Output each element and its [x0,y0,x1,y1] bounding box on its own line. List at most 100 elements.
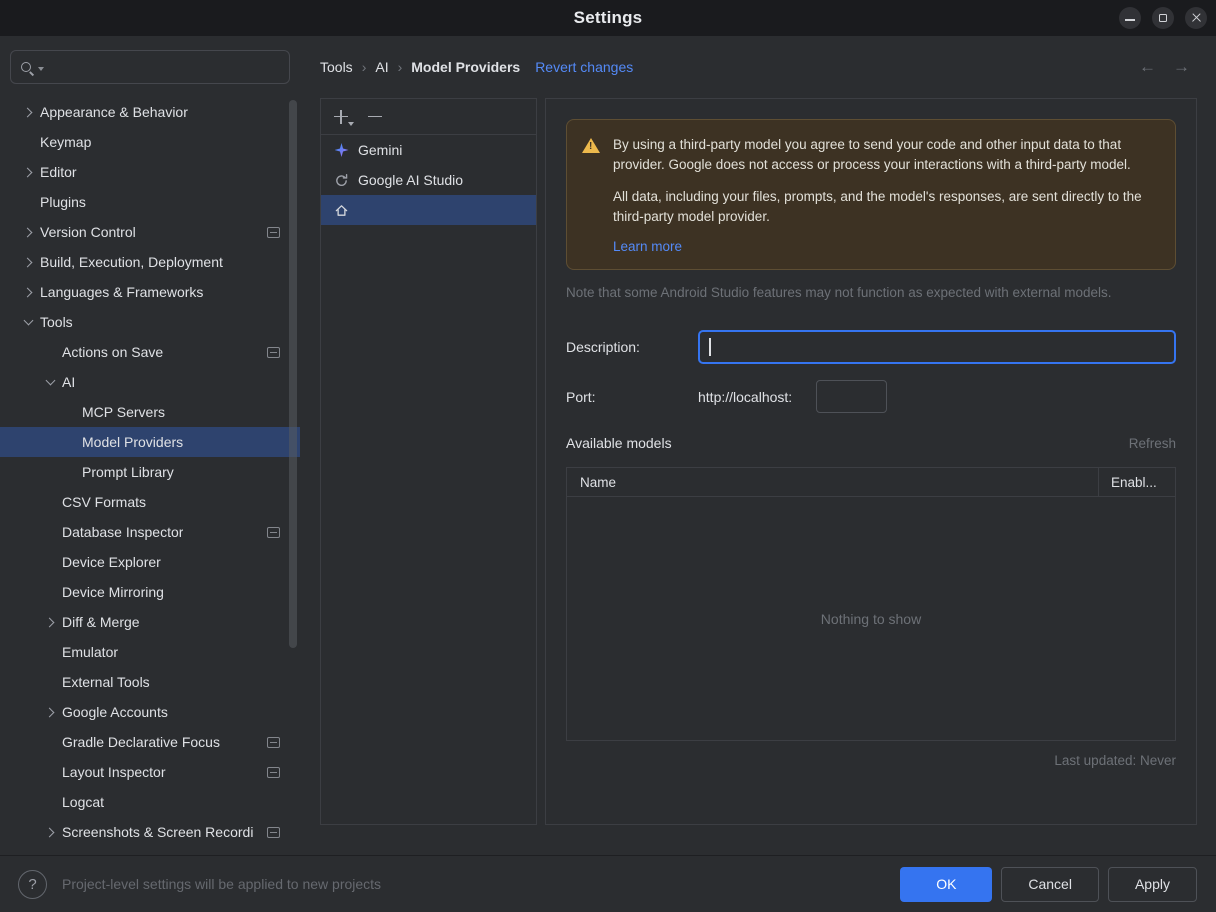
project-settings-icon [267,736,280,748]
external-models-note: Note that some Android Studio features m… [566,285,1112,300]
home-icon [334,203,349,218]
sidebar-item-gradle-declarative-focus[interactable]: Gradle Declarative Focus [0,727,300,757]
column-header-enabl[interactable]: Enabl... [1098,468,1175,496]
provider-item-gemini[interactable]: Gemini [321,135,536,165]
sidebar-item-label: Prompt Library [82,464,174,480]
sidebar-item-label: Plugins [40,194,86,210]
sidebar-item-label: Tools [40,314,73,330]
sidebar-item-mcp-servers[interactable]: MCP Servers [0,397,300,427]
help-button[interactable]: ? [18,869,47,899]
port-input-field[interactable] [817,381,887,412]
providers-list: Gemini Google AI Studio [321,135,536,225]
remove-provider-button[interactable] [368,115,382,118]
breadcrumb-item-ai[interactable]: AI [375,59,388,75]
forward-arrow-icon[interactable]: → [1173,57,1190,77]
sidebar-item-tools[interactable]: Tools [0,307,300,337]
sidebar-item-editor[interactable]: Editor [0,157,300,187]
breadcrumb-separator: › [361,59,367,75]
sidebar-item-version-control[interactable]: Version Control [0,217,300,247]
description-input-field[interactable] [700,332,1174,362]
sidebar-item-device-mirroring[interactable]: Device Mirroring [0,577,300,607]
chevron-right-icon[interactable] [42,614,58,630]
warning-text: By using a third-party model you agree t… [613,135,1159,256]
maximize-icon [1159,14,1167,22]
breadcrumb-separator: › [397,59,403,75]
project-settings-icon [267,346,280,358]
provider-item-label: Gemini [358,142,403,158]
sidebar-item-google-accounts[interactable]: Google Accounts [0,697,300,727]
chevron-right-icon[interactable] [20,104,36,120]
provider-item-home[interactable] [321,195,536,225]
search-input[interactable] [10,50,290,84]
models-table: Name Enabl... Nothing to show [566,467,1176,741]
sidebar-item-build-execution-deployment[interactable]: Build, Execution, Deployment [0,247,300,277]
chevron-down-icon[interactable] [20,314,36,330]
apply-button[interactable]: Apply [1107,866,1197,902]
sidebar-item-label: Build, Execution, Deployment [40,254,223,270]
search-icon [20,60,35,75]
learn-more-link[interactable]: Learn more [613,239,682,254]
sidebar-item-external-tools[interactable]: External Tools [0,667,300,697]
maximize-button[interactable] [1152,7,1174,29]
sidebar-item-languages-frameworks[interactable]: Languages & Frameworks [0,277,300,307]
warning-paragraph-2: All data, including your files, prompts,… [613,189,1142,224]
description-row: Description: [566,330,1176,364]
port-input[interactable] [816,380,888,413]
ok-button[interactable]: OK [900,866,993,902]
gemini-icon [334,143,349,157]
sidebar-item-label: External Tools [62,674,150,690]
sidebar-item-logcat[interactable]: Logcat [0,787,300,817]
sidebar-item-label: MCP Servers [82,404,165,420]
sidebar-item-label: Actions on Save [62,344,164,360]
breadcrumb-item-tools[interactable]: Tools [320,59,353,75]
breadcrumb-item-model-providers[interactable]: Model Providers [411,59,520,75]
sidebar-item-database-inspector[interactable]: Database Inspector [0,517,300,547]
sidebar-item-label: Layout Inspector [62,764,166,780]
chevron-right-icon[interactable] [20,254,36,270]
sidebar-item-model-providers[interactable]: Model Providers [0,427,300,457]
sidebar-item-actions-on-save[interactable]: Actions on Save [0,337,300,367]
chevron-right-icon[interactable] [20,224,36,240]
history-nav: ← → [1139,57,1190,77]
sidebar-item-prompt-library[interactable]: Prompt Library [0,457,300,487]
sidebar-item-device-explorer[interactable]: Device Explorer [0,547,300,577]
chevron-right-icon[interactable] [20,284,36,300]
sidebar-item-plugins[interactable]: Plugins [0,187,300,217]
close-button[interactable] [1185,7,1207,29]
sidebar-item-appearance-behavior[interactable]: Appearance & Behavior [0,97,300,127]
footer-hint-text: Project-level settings will be applied t… [62,876,382,892]
port-row: Port: http://localhost: [566,380,1176,413]
sidebar-item-diff-merge[interactable]: Diff & Merge [0,607,300,637]
chevron-right-icon[interactable] [42,704,58,720]
chevron-down-icon[interactable] [42,374,58,390]
add-provider-button[interactable] [334,109,354,126]
chevron-right-icon[interactable] [42,824,58,840]
sidebar-item-keymap[interactable]: Keymap [0,127,300,157]
provider-item-google-ai-studio[interactable]: Google AI Studio [321,165,536,195]
refresh-button[interactable]: Refresh [1129,436,1176,451]
column-header-name[interactable]: Name [567,468,1098,496]
sidebar-item-label: Gradle Declarative Focus [62,734,220,750]
revert-changes-link[interactable]: Revert changes [535,59,633,75]
content-panels: Gemini Google AI Studio By using a third-… [300,98,1216,825]
provider-detail-panel: By using a third-party model you agree t… [545,98,1197,825]
sidebar-item-screenshots-screen-recordi[interactable]: Screenshots & Screen Recordi [0,817,300,847]
sidebar-item-layout-inspector[interactable]: Layout Inspector [0,757,300,787]
sidebar-item-ai[interactable]: AI [0,367,300,397]
titlebar: Settings [0,0,1216,36]
sidebar-item-csv-formats[interactable]: CSV Formats [0,487,300,517]
sidebar-scrollbar[interactable] [289,100,297,648]
settings-window: Settings Appearance & Behavior Keymap Edit… [0,0,1216,912]
cancel-button[interactable]: Cancel [1001,866,1099,902]
sidebar-item-emulator[interactable]: Emulator [0,637,300,667]
description-input[interactable] [698,330,1176,364]
minimize-button[interactable] [1119,7,1141,29]
back-arrow-icon[interactable]: ← [1139,57,1156,77]
port-label: Port: [566,388,596,405]
chevron-right-icon[interactable] [20,164,36,180]
